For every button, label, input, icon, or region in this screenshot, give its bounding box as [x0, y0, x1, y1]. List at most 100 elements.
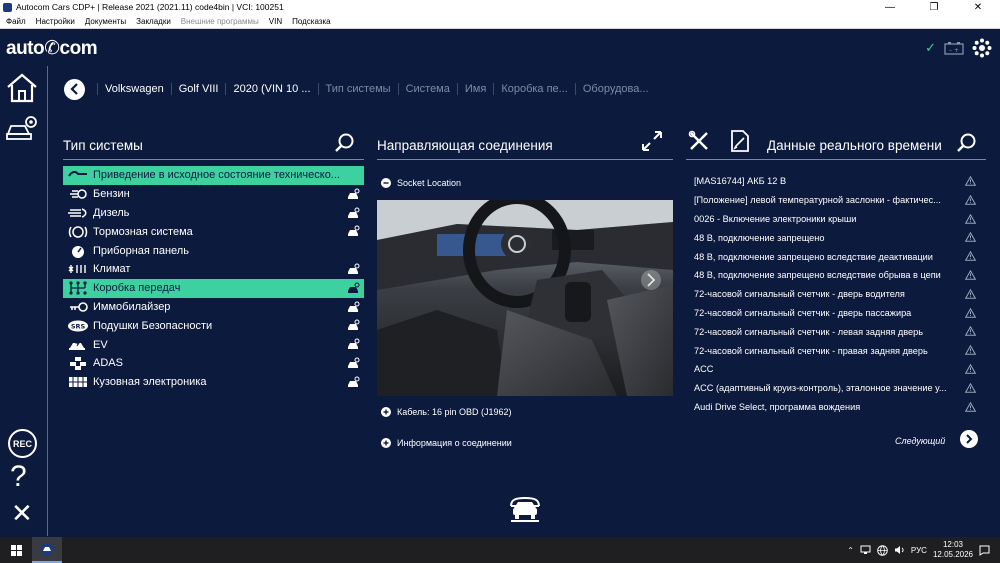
breadcrumb-make[interactable]: Volkswagen: [97, 83, 171, 95]
app-main: auto✆com ✓ – + REC ? ✕ Volkswagen Golf V…: [0, 30, 1000, 537]
warning-triangle-icon: [965, 194, 976, 205]
realtime-list-item[interactable]: 48 В, подключение запрещено вследствие д…: [694, 247, 980, 266]
start-button[interactable]: [0, 537, 32, 563]
menu-documents[interactable]: Документы: [85, 17, 126, 26]
menu-bookmarks[interactable]: Закладки: [136, 17, 171, 26]
home-icon[interactable]: [5, 72, 39, 104]
system-item-immobilizer[interactable]: Иммобилайзер: [63, 298, 364, 317]
system-item-gearbox[interactable]: Коробка передач: [63, 278, 364, 298]
socket-location-toggle[interactable]: Socket Location: [381, 178, 461, 188]
system-item-airbags[interactable]: SRS Подушки Безопасности: [63, 316, 364, 335]
realtime-list-item[interactable]: 0026 - Включение электроники крыши: [694, 210, 980, 229]
realtime-list-item[interactable]: [MAS16744] АКБ 12 В: [694, 172, 980, 191]
left-rail: REC ? ✕: [0, 66, 48, 536]
connection-info-toggle[interactable]: Информация о соединении: [381, 438, 512, 448]
menu-bar: Файл Настройки Документы Закладки Внешни…: [0, 14, 1000, 29]
help-icon[interactable]: ?: [10, 461, 27, 493]
minimize-button[interactable]: —: [868, 0, 912, 14]
warning-triangle-icon: [965, 382, 976, 393]
back-button[interactable]: [64, 78, 85, 100]
realtime-item-label: [Положение] левой температурной заслонки…: [694, 195, 941, 206]
exit-icon[interactable]: ✕: [11, 498, 33, 528]
next-button[interactable]: [960, 430, 978, 448]
ev-icon: [63, 338, 93, 351]
system-item-ev[interactable]: EV: [63, 335, 364, 354]
tools-icon[interactable]: [688, 130, 710, 152]
document-edit-icon[interactable]: [730, 129, 750, 153]
car-connect-icon[interactable]: [347, 263, 360, 275]
vci-dongle-icon[interactable]: [972, 38, 992, 58]
system-type-list: Приведение в исходное состояние техничес…: [63, 166, 364, 392]
breadcrumb-system-type: Тип системы: [317, 83, 398, 95]
taskbar-autocom-app[interactable]: [32, 537, 62, 563]
system-item-body-electronics[interactable]: Кузовная электроника: [63, 373, 364, 392]
globe-icon[interactable]: [877, 544, 888, 556]
realtime-list-item[interactable]: ACC: [694, 360, 980, 379]
vehicle-settings-icon[interactable]: [5, 114, 39, 142]
windows-taskbar: ⌃ РУС 12:03 12.05.2026: [0, 537, 1000, 563]
system-item-petrol[interactable]: Бензин: [63, 185, 364, 204]
car-connect-icon[interactable]: [347, 188, 360, 200]
taskbar-clock[interactable]: 12:03 12.05.2026: [933, 540, 973, 560]
realtime-search-icon[interactable]: [956, 132, 978, 154]
car-connect-icon[interactable]: [347, 376, 360, 388]
search-icon[interactable]: [334, 132, 356, 154]
realtime-list-item[interactable]: 72-часовой сигнальный счетчик - дверь во…: [694, 285, 980, 304]
body-electronics-icon: [63, 376, 93, 388]
system-item-diesel[interactable]: Дизель: [63, 204, 364, 223]
menu-vin[interactable]: VIN: [269, 17, 282, 26]
car-connect-icon[interactable]: [347, 225, 360, 237]
input-language[interactable]: РУС: [911, 546, 927, 555]
maximize-button[interactable]: ❐: [912, 0, 956, 14]
car-connect-icon[interactable]: [347, 282, 360, 294]
realtime-item-label: 72-часовой сигнальный счетчик - левая за…: [694, 326, 924, 337]
car-connect-icon[interactable]: [347, 207, 360, 219]
vehicle-connect-icon[interactable]: [508, 496, 542, 524]
record-label: REC: [12, 438, 32, 449]
realtime-list-item[interactable]: Audi Drive Select, программа вождения: [694, 398, 980, 417]
autocom-logo: auto✆com: [6, 38, 98, 59]
realtime-list-item[interactable]: ACC (адаптивный круиз-контроль), эталонн…: [694, 379, 980, 398]
airbag-icon: SRS: [63, 320, 93, 332]
breadcrumb-name: Имя: [456, 83, 493, 95]
cable-toggle[interactable]: Кабель: 16 pin OBD (J1962): [381, 407, 512, 417]
system-item-adas[interactable]: ADAS: [63, 354, 364, 373]
breadcrumb-model[interactable]: Golf VIII: [170, 83, 226, 95]
system-item-service-reset[interactable]: Приведение в исходное состояние техничес…: [63, 166, 364, 185]
system-item-brakes[interactable]: Тормозная система: [63, 222, 364, 241]
warning-triangle-icon: [965, 269, 976, 280]
menu-file[interactable]: Файл: [6, 17, 26, 26]
breadcrumb: Volkswagen Golf VIII 2020 (VIN 10 ... Ти…: [64, 78, 656, 100]
realtime-list-item[interactable]: 48 В, подключение запрещено: [694, 228, 980, 247]
realtime-list-item[interactable]: 48 В, подключение запрещено вследствие о…: [694, 266, 980, 285]
warning-triangle-icon: [965, 345, 976, 355]
warning-triangle-icon: [965, 288, 976, 299]
realtime-item-label: 0026 - Включение электроники крыши: [694, 213, 857, 224]
expand-icon[interactable]: [641, 130, 663, 152]
menu-settings[interactable]: Настройки: [36, 17, 75, 26]
brake-icon: [63, 225, 93, 239]
realtime-list-item[interactable]: [Положение] левой температурной заслонки…: [694, 191, 980, 210]
tray-chevron-up-icon[interactable]: ⌃: [847, 546, 854, 555]
menu-help[interactable]: Подсказка: [292, 17, 331, 26]
system-item-climate[interactable]: Климат: [63, 260, 364, 279]
status-area: ✓ – +: [925, 38, 992, 58]
car-connect-icon[interactable]: [347, 301, 360, 313]
breadcrumb-system: Система: [397, 83, 457, 95]
breadcrumb-year[interactable]: 2020 (VIN 10 ...: [225, 83, 317, 95]
record-button[interactable]: REC: [8, 429, 37, 458]
volume-icon[interactable]: [894, 545, 905, 555]
network-icon[interactable]: [860, 545, 871, 555]
notifications-icon[interactable]: [979, 545, 990, 556]
key-icon: [63, 301, 93, 313]
close-window-button[interactable]: ✕: [956, 0, 1000, 14]
car-connect-icon[interactable]: [347, 338, 360, 350]
app-icon: [3, 2, 12, 12]
realtime-list-item[interactable]: 72-часовой сигнальный счетчик - левая за…: [694, 322, 980, 341]
realtime-list-item[interactable]: 72-часовой сигнальный счетчик - дверь па…: [694, 304, 980, 323]
car-connect-icon[interactable]: [347, 357, 360, 369]
next-label: Следующий: [895, 436, 946, 446]
system-item-dashboard[interactable]: Приборная панель: [63, 241, 364, 260]
realtime-list-item[interactable]: 72-часовой сигнальный счетчик - правая з…: [694, 341, 980, 360]
car-connect-icon[interactable]: [347, 319, 360, 331]
